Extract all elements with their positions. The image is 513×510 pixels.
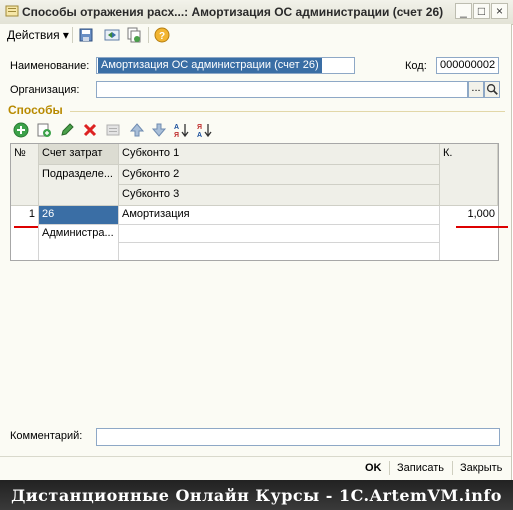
- header-subconto-1[interactable]: Субконто 1: [119, 144, 440, 165]
- title-bar: Способы отражения расх...: Амортизация О…: [0, 0, 513, 25]
- toolbar: Действия ▾ ?: [0, 24, 511, 46]
- maximize-button[interactable]: □: [473, 3, 490, 19]
- footer-separator: [389, 461, 390, 475]
- help-icon[interactable]: ?: [154, 27, 170, 43]
- promo-banner-text: Дистанционные Онлайн Курсы - 1C.ArtemVM.…: [11, 486, 502, 505]
- cell-num: 1: [28, 208, 35, 220]
- cell-coef-value: 1,000: [467, 208, 495, 220]
- toolbar-separator: [148, 27, 149, 43]
- sort-desc-icon[interactable]: Я А: [197, 122, 213, 138]
- window-title: Способы отражения расх...: Амортизация О…: [22, 5, 444, 19]
- name-field[interactable]: Амортизация ОС администрации (счет 26): [96, 57, 355, 74]
- app-icon: [5, 5, 19, 17]
- comment-label: Комментарий:: [10, 430, 83, 442]
- toolbar-separator: [72, 27, 73, 43]
- organization-field[interactable]: [96, 81, 468, 98]
- form-body: Действия ▾ ? Наименование: Амортизация О…: [0, 24, 512, 480]
- copy-row-icon[interactable]: [36, 122, 52, 138]
- save-button[interactable]: Записать: [397, 459, 444, 477]
- move-down-icon[interactable]: [151, 122, 167, 138]
- copy-icon[interactable]: [126, 27, 142, 43]
- code-field[interactable]: 000000002: [436, 57, 499, 74]
- delete-icon[interactable]: [82, 122, 98, 138]
- name-label: Наименование:: [10, 60, 90, 72]
- header-subconto-2[interactable]: Субконто 2: [119, 165, 440, 185]
- footer-divider: [0, 456, 511, 457]
- refresh-icon[interactable]: [104, 27, 120, 43]
- cell-coef[interactable]: 1,000: [440, 206, 498, 260]
- header-account[interactable]: Счет затрат: [39, 144, 119, 165]
- code-label: Код:: [405, 60, 427, 72]
- cell-subconto-3[interactable]: [119, 243, 440, 260]
- methods-table: № Счет затрат Подразделе... Субконто 1 С…: [10, 143, 499, 261]
- minimize-button[interactable]: _: [455, 3, 472, 19]
- add-icon[interactable]: [13, 122, 29, 138]
- ok-button[interactable]: OK: [365, 459, 382, 477]
- svg-text:?: ?: [159, 31, 165, 42]
- header-dept[interactable]: Подразделе...: [39, 165, 119, 206]
- svg-text:А: А: [174, 124, 179, 131]
- organization-choose-button[interactable]: ...: [468, 81, 484, 98]
- actions-menu-button[interactable]: Действия ▾: [3, 26, 73, 44]
- annotation-underline: [14, 226, 38, 228]
- svg-text:Я: Я: [197, 124, 202, 131]
- search-icon[interactable]: [484, 81, 500, 98]
- cell-subconto-1[interactable]: Амортизация: [119, 206, 440, 225]
- svg-text:А: А: [197, 132, 202, 138]
- footer-separator: [452, 461, 453, 475]
- fill-icon[interactable]: [105, 122, 121, 138]
- move-up-icon[interactable]: [129, 122, 145, 138]
- header-subconto-3[interactable]: Субконто 3: [119, 185, 440, 206]
- sort-asc-icon[interactable]: А Я: [174, 122, 190, 138]
- cell-account[interactable]: 26: [39, 206, 119, 225]
- header-num[interactable]: №: [11, 144, 39, 206]
- header-coef[interactable]: К.: [440, 144, 498, 206]
- comment-field[interactable]: [96, 428, 500, 446]
- name-field-value: Амортизация ОС администрации (счет 26): [98, 58, 322, 73]
- svg-text:Я: Я: [174, 132, 179, 138]
- annotation-underline: [456, 226, 508, 228]
- cell-subconto-2[interactable]: [119, 225, 440, 243]
- save-close-icon[interactable]: [78, 27, 94, 43]
- close-button[interactable]: Закрыть: [460, 459, 502, 477]
- organization-label: Организация:: [10, 84, 80, 96]
- section-title: Способы: [8, 103, 63, 117]
- cell-dept[interactable]: Администра...: [39, 225, 119, 260]
- section-divider: [70, 111, 505, 112]
- edit-icon[interactable]: [59, 122, 75, 138]
- close-window-button[interactable]: ×: [491, 3, 508, 19]
- table-row[interactable]: 1: [11, 206, 39, 260]
